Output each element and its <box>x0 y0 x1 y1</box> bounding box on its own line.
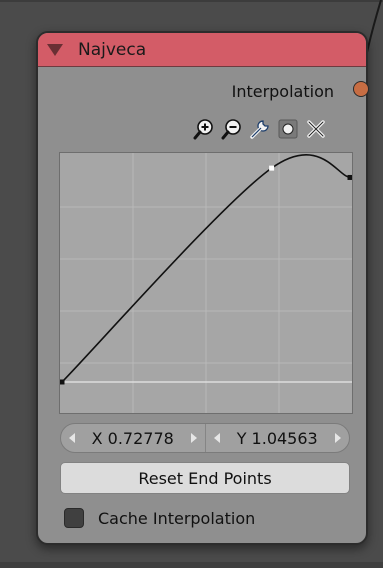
y-label: Y <box>236 428 247 448</box>
collapse-arrow-icon[interactable] <box>47 44 63 56</box>
zoom-in-button[interactable] <box>190 117 218 141</box>
y-value: 1.04563 <box>251 428 318 448</box>
cache-interpolation-label: Cache Interpolation <box>98 508 256 528</box>
zoom-out-button[interactable] <box>218 117 246 141</box>
coordinate-fields: X 0.72778 Y 1.04563 <box>60 423 350 453</box>
x-label: X <box>91 428 103 448</box>
delete-point-button[interactable] <box>302 117 330 141</box>
najveca-node[interactable]: Najveca Interpolation X 0.72778 Y 1.0456… <box>36 31 368 545</box>
decrement-x-icon[interactable] <box>69 433 75 443</box>
increment-x-icon[interactable] <box>190 433 197 443</box>
decrement-y-icon[interactable] <box>213 433 220 443</box>
control-point <box>60 379 65 385</box>
point-handle-button[interactable] <box>274 117 302 141</box>
wrench-icon <box>250 120 269 139</box>
node-editor-canvas[interactable]: Najveca Interpolation X 0.72778 Y 1.0456… <box>0 0 383 568</box>
control-point <box>347 174 352 180</box>
x-value: 0.72778 <box>107 428 174 448</box>
increment-y-icon[interactable] <box>335 433 341 443</box>
x-coordinate-field[interactable]: X 0.72778 <box>61 424 205 452</box>
cache-interpolation-toggle[interactable]: Cache Interpolation <box>64 508 255 528</box>
canvas-grid-line <box>0 0 383 2</box>
close-icon <box>307 120 325 138</box>
node-title: Najveca <box>78 40 147 60</box>
interpolation-output-socket[interactable] <box>353 81 369 97</box>
zoom-in-icon <box>193 119 213 140</box>
selected-control-point <box>269 165 275 171</box>
curve-graph[interactable] <box>60 153 352 413</box>
y-coordinate-field[interactable]: Y 1.04563 <box>204 424 350 452</box>
cache-interpolation-checkbox[interactable] <box>64 508 84 528</box>
reset-end-points-button[interactable]: Reset End Points <box>60 462 350 494</box>
output-label: Interpolation <box>231 82 334 101</box>
reset-end-points-label: Reset End Points <box>138 468 272 488</box>
curve-widget[interactable] <box>59 152 353 414</box>
canvas-bottom-edge <box>0 562 383 568</box>
zoom-out-icon <box>221 119 241 140</box>
tools-button[interactable] <box>246 117 274 141</box>
curve-toolbar <box>190 117 330 141</box>
point-icon <box>278 119 298 139</box>
node-header[interactable]: Najveca <box>38 33 366 67</box>
